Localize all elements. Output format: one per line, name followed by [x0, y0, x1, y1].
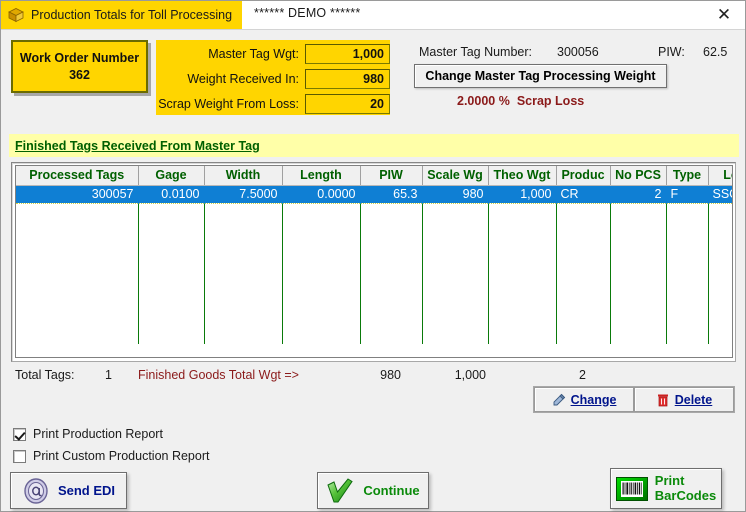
- print-production-report-checkbox[interactable]: [13, 427, 26, 441]
- master-tag-wgt-row: Master Tag Wgt: 1,000: [156, 43, 390, 64]
- col-gage[interactable]: Gage: [138, 166, 205, 186]
- cell-product: CR: [556, 184, 611, 204]
- print-production-report-label: Print Production Report: [33, 427, 163, 441]
- grid-header-row: Processed Tags Gage Width Length PIW Sca…: [16, 166, 732, 186]
- cell-piw: 65.3: [360, 184, 423, 204]
- col-product[interactable]: Produc: [556, 166, 611, 186]
- scrap-loss-text: 2.0000 % Scrap Loss: [457, 94, 584, 108]
- table-row[interactable]: 300057 0.0100 7.5000 0.0000 65.3 980 1,0…: [16, 184, 732, 204]
- print-barcodes-label: Print BarCodes: [654, 472, 717, 503]
- weight-received-row: Weight Received In: 980: [156, 68, 390, 89]
- col-scale-wgt[interactable]: Scale Wg: [422, 166, 489, 186]
- row-actions-group: Change Delete: [533, 386, 735, 413]
- col-no-pcs[interactable]: No PCS: [610, 166, 667, 186]
- send-edi-label: Send EDI: [57, 483, 116, 498]
- print-production-report-row[interactable]: Print Production Report: [13, 425, 163, 443]
- grid-table: Processed Tags Gage Width Length PIW Sca…: [16, 166, 732, 344]
- col-location[interactable]: Location: [708, 166, 732, 186]
- window-title: Production Totals for Toll Processing: [31, 8, 233, 22]
- print-custom-production-report-label: Print Custom Production Report: [33, 449, 210, 463]
- continue-label: Continue: [363, 483, 420, 498]
- weight-received-input[interactable]: 980: [305, 68, 390, 89]
- trash-icon: [657, 394, 668, 406]
- at-sign-icon: [24, 477, 48, 504]
- barcode-icon: [615, 476, 648, 501]
- demo-banner: ****** DEMO ******: [254, 6, 361, 20]
- close-icon[interactable]: ✕: [707, 3, 741, 27]
- pcs-total: 2: [579, 368, 586, 382]
- print-barcodes-button[interactable]: Print BarCodes: [610, 468, 722, 509]
- total-tags-value: 1: [105, 368, 112, 382]
- change-button-label: Change: [570, 392, 617, 407]
- cell-scale-wgt: 980: [422, 184, 489, 204]
- work-order-value: 362: [69, 68, 90, 82]
- title-bar: Production Totals for Toll Processing **…: [1, 1, 745, 29]
- print-barcodes-line2: BarCodes: [654, 487, 717, 503]
- delete-button-label: Delete: [674, 392, 713, 407]
- box-icon: [7, 7, 25, 23]
- scrap-weight-input[interactable]: 20: [305, 93, 390, 114]
- col-length[interactable]: Length: [282, 166, 361, 186]
- print-custom-production-report-row[interactable]: Print Custom Production Report: [13, 447, 209, 465]
- title-chip: Production Totals for Toll Processing: [1, 1, 243, 29]
- work-order-label: Work Order Number: [19, 51, 140, 65]
- print-barcodes-line1: Print: [654, 472, 685, 488]
- work-order-box: Work Order Number 362: [11, 40, 148, 93]
- master-tag-wgt-input[interactable]: 1,000: [305, 43, 390, 64]
- piw-label: PIW:: [658, 45, 685, 59]
- master-tag-number-label: Master Tag Number:: [419, 45, 533, 59]
- cell-theo-wgt: 1,000: [488, 184, 557, 204]
- theo-weight-total: 1,000: [454, 368, 486, 382]
- scrap-loss-label: Scrap Loss: [516, 94, 585, 108]
- col-type[interactable]: Type: [666, 166, 709, 186]
- weight-received-label: Weight Received In:: [187, 71, 299, 86]
- send-edi-button[interactable]: Send EDI: [10, 472, 127, 509]
- cell-gage: 0.0100: [138, 184, 205, 204]
- pencil-icon: [553, 393, 565, 405]
- cell-width: 7.5000: [204, 184, 283, 204]
- piw-value: 62.5: [703, 45, 728, 59]
- grid-empty-area: [16, 203, 732, 344]
- col-theo-wgt[interactable]: Theo Wgt: [488, 166, 557, 186]
- col-width[interactable]: Width: [204, 166, 283, 186]
- header-divider: [1, 29, 745, 30]
- master-tag-wgt-label: Master Tag Wgt:: [208, 46, 299, 61]
- finished-tags-banner: Finished Tags Received From Master Tag: [9, 134, 739, 157]
- finished-tags-banner-text: Finished Tags Received From Master Tag: [15, 138, 260, 153]
- scrap-loss-percent: 2.0000 %: [457, 94, 510, 108]
- weights-panel: Master Tag Wgt: 1,000 Weight Received In…: [156, 40, 390, 115]
- total-tags-label: Total Tags:: [15, 368, 75, 382]
- col-piw[interactable]: PIW: [360, 166, 423, 186]
- cell-location: SSCSD: [708, 184, 732, 204]
- col-processed-tags[interactable]: Processed Tags: [16, 166, 139, 186]
- scrap-weight-label: Scrap Weight From Loss:: [158, 96, 299, 111]
- checkmark-icon: [327, 477, 354, 502]
- scale-weight-total: 980: [380, 368, 401, 382]
- grid-inner: Processed Tags Gage Width Length PIW Sca…: [15, 165, 733, 358]
- continue-button[interactable]: Continue: [317, 472, 429, 509]
- cell-no-pcs: 2: [610, 184, 667, 204]
- scrap-weight-row: Scrap Weight From Loss: 20: [156, 93, 390, 114]
- print-custom-production-report-checkbox[interactable]: [13, 449, 26, 463]
- cell-length: 0.0000: [282, 184, 361, 204]
- master-tag-number-value: 300056: [557, 45, 599, 59]
- delete-button[interactable]: Delete: [634, 387, 734, 412]
- change-button[interactable]: Change: [534, 387, 634, 412]
- cell-processed-tags: 300057: [16, 184, 139, 204]
- cell-type: F: [666, 184, 709, 204]
- finished-tags-grid[interactable]: Processed Tags Gage Width Length PIW Sca…: [11, 162, 736, 362]
- change-master-tag-processing-weight-button[interactable]: Change Master Tag Processing Weight: [414, 64, 667, 88]
- finished-goods-total-label: Finished Goods Total Wgt =>: [138, 368, 299, 382]
